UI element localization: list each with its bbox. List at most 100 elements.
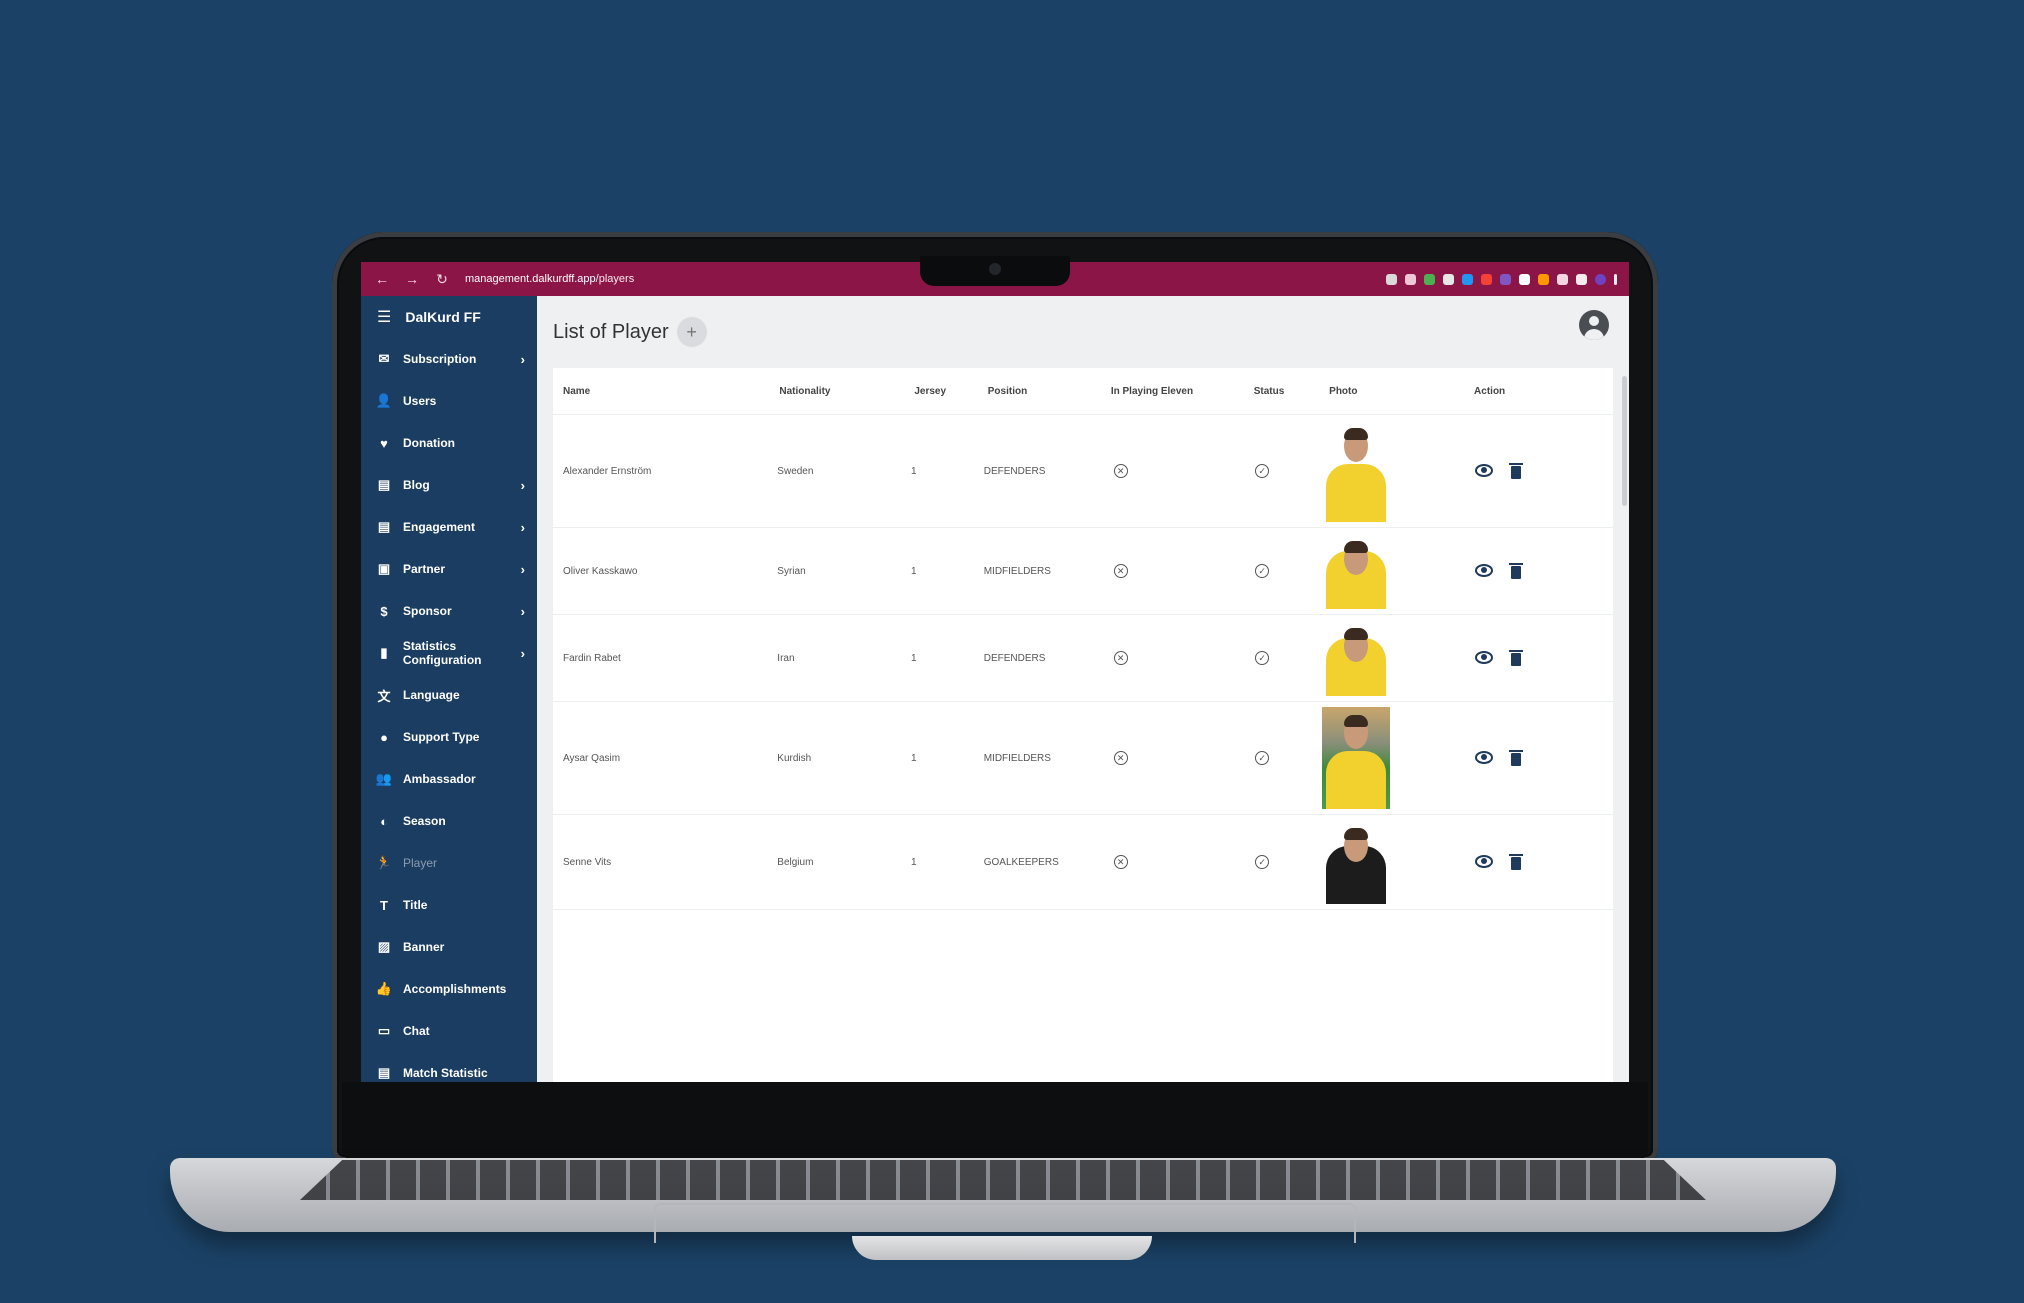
player-position: DEFENDERS bbox=[983, 652, 1046, 664]
trash-icon[interactable] bbox=[1509, 649, 1524, 666]
player-jersey: 1 bbox=[910, 856, 917, 868]
subscription-icon: ✉ bbox=[378, 351, 390, 366]
eye-icon[interactable] bbox=[1475, 854, 1494, 868]
trash-icon[interactable] bbox=[1509, 853, 1524, 870]
address-bar[interactable]: management.dalkurdff.app/players bbox=[465, 273, 634, 285]
players-table: Name Nationality Jersey Position In Play… bbox=[553, 368, 1613, 1082]
sidebar-item-support-type[interactable]: ● Support Type bbox=[361, 716, 537, 758]
player-nationality: Iran bbox=[777, 652, 795, 664]
sidebar-item-label: Sponsor bbox=[403, 604, 452, 618]
sidebar-item-label: Season bbox=[403, 814, 446, 828]
player-position: DEFENDERS bbox=[983, 465, 1046, 477]
photo-cell bbox=[1321, 820, 1466, 904]
image-icon: ▨ bbox=[377, 939, 391, 954]
extension-icons bbox=[1386, 273, 1617, 285]
sidebar-item-accomplishments[interactable]: 👍 Accomplishments bbox=[361, 968, 537, 1010]
menu-dots-icon[interactable] bbox=[1614, 273, 1617, 285]
account-avatar-icon[interactable] bbox=[1579, 310, 1609, 340]
people-icon: 👥 bbox=[375, 771, 393, 786]
trash-icon[interactable] bbox=[1509, 749, 1524, 766]
eye-icon[interactable] bbox=[1475, 463, 1494, 477]
player-photo bbox=[1321, 533, 1390, 609]
player-nationality: Sweden bbox=[777, 465, 814, 477]
in-playing-eleven-cell: ✕ bbox=[1106, 751, 1248, 765]
scrollbar[interactable] bbox=[1622, 376, 1627, 506]
status-cell: ✓ bbox=[1247, 564, 1322, 578]
close-circle-icon[interactable]: ✕ bbox=[1113, 751, 1128, 765]
in-playing-eleven-cell: ✕ bbox=[1106, 651, 1248, 665]
translate-icon: 文 bbox=[377, 688, 391, 704]
sidebar-item-users[interactable]: 👤 Users bbox=[361, 380, 537, 422]
eye-icon[interactable] bbox=[1475, 650, 1494, 664]
sidebar-item-title[interactable]: T Title bbox=[361, 884, 537, 926]
eye-icon[interactable] bbox=[1475, 563, 1494, 577]
table-row: Oliver Kasskawo Syrian 1 MIDFIELDERS ✕ ✓ bbox=[553, 528, 1613, 615]
sidebar-item-partner[interactable]: ▣ Partner › bbox=[361, 548, 537, 590]
sidebar-item-chat[interactable]: ▭ Chat bbox=[361, 1010, 537, 1052]
sidebar-item-donation[interactable]: ♥ Donation bbox=[361, 422, 537, 464]
column-header-name: Name bbox=[563, 385, 591, 397]
eye-icon[interactable] bbox=[1475, 750, 1494, 764]
sidebar-item-subscription[interactable]: ✉ Subscription › bbox=[361, 338, 537, 380]
sidebar-item-label: Support Type bbox=[403, 730, 480, 744]
sidebar-item-label: Blog bbox=[403, 478, 430, 492]
player-photo bbox=[1321, 420, 1390, 522]
sidebar-item-language[interactable]: 文 Language bbox=[361, 674, 537, 716]
sidebar-item-label: Title bbox=[403, 898, 428, 912]
camera-notch bbox=[920, 256, 1070, 286]
chevron-right-icon: › bbox=[520, 603, 525, 619]
sidebar-item-label: Banner bbox=[403, 940, 445, 954]
check-circle-icon[interactable]: ✓ bbox=[1255, 464, 1270, 478]
check-circle-icon[interactable]: ✓ bbox=[1255, 751, 1270, 765]
trash-icon[interactable] bbox=[1509, 562, 1524, 579]
column-header-nationality: Nationality bbox=[779, 385, 831, 397]
player-position: GOALKEEPERS bbox=[983, 856, 1059, 868]
sidebar-item-label: Player bbox=[403, 856, 438, 870]
close-circle-icon[interactable]: ✕ bbox=[1113, 855, 1128, 869]
check-circle-icon[interactable]: ✓ bbox=[1255, 564, 1270, 578]
sidebar-item-banner[interactable]: ▨ Banner bbox=[361, 926, 537, 968]
chevron-right-icon: › bbox=[520, 351, 525, 367]
player-nationality: Kurdish bbox=[777, 752, 812, 764]
chevron-right-icon: › bbox=[520, 645, 525, 661]
back-icon[interactable]: ← bbox=[373, 271, 391, 287]
check-circle-icon[interactable]: ✓ bbox=[1255, 855, 1270, 869]
extension-icon[interactable] bbox=[1443, 273, 1454, 285]
laptop-keyboard bbox=[300, 1160, 1706, 1200]
extension-icon[interactable] bbox=[1386, 273, 1397, 285]
extension-icon[interactable] bbox=[1462, 273, 1473, 285]
sidebar-item-blog[interactable]: ▤ Blog › bbox=[361, 464, 537, 506]
download-icon[interactable] bbox=[1576, 273, 1587, 285]
extension-icon[interactable] bbox=[1500, 273, 1511, 285]
sidebar-item-statistics-configuration[interactable]: ▮ Statistics Configuration › bbox=[361, 632, 537, 674]
forward-icon[interactable]: → bbox=[403, 271, 421, 287]
close-circle-icon[interactable]: ✕ bbox=[1113, 651, 1128, 665]
table-row: Senne Vits Belgium 1 GOALKEEPERS ✕ ✓ bbox=[553, 815, 1613, 910]
sidebar-item-sponsor[interactable]: $ Sponsor › bbox=[361, 590, 537, 632]
trash-icon[interactable] bbox=[1509, 462, 1524, 479]
action-cell bbox=[1465, 853, 1613, 870]
extension-icon[interactable] bbox=[1424, 273, 1435, 285]
reload-icon[interactable]: ↻ bbox=[433, 271, 451, 288]
close-circle-icon[interactable]: ✕ bbox=[1113, 464, 1128, 478]
hamburger-menu-icon[interactable]: ☰ bbox=[377, 307, 391, 327]
chevron-right-icon: › bbox=[520, 519, 525, 535]
extension-icon[interactable] bbox=[1519, 273, 1530, 285]
sidebar-item-engagement[interactable]: ▤ Engagement › bbox=[361, 506, 537, 548]
player-name: Fardin Rabet bbox=[563, 652, 621, 664]
close-circle-icon[interactable]: ✕ bbox=[1113, 564, 1128, 578]
sidebar-item-season[interactable]: ◐ Season bbox=[361, 800, 537, 842]
column-header-photo: Photo bbox=[1329, 385, 1358, 397]
extension-icon[interactable] bbox=[1538, 273, 1549, 285]
sidebar-item-match-statistic[interactable]: ▤ Match Statistic bbox=[361, 1052, 537, 1082]
url-path: /players bbox=[595, 273, 635, 285]
puzzle-icon[interactable] bbox=[1557, 273, 1568, 285]
check-circle-icon[interactable]: ✓ bbox=[1255, 651, 1270, 665]
star-icon[interactable] bbox=[1405, 273, 1416, 285]
action-cell bbox=[1465, 749, 1613, 766]
profile-icon[interactable] bbox=[1595, 273, 1606, 285]
sidebar-item-player[interactable]: 🏃 Player bbox=[361, 842, 537, 884]
extension-icon[interactable] bbox=[1481, 273, 1492, 285]
sidebar-item-ambassador[interactable]: 👥 Ambassador bbox=[361, 758, 537, 800]
add-player-button[interactable]: + bbox=[676, 317, 707, 347]
